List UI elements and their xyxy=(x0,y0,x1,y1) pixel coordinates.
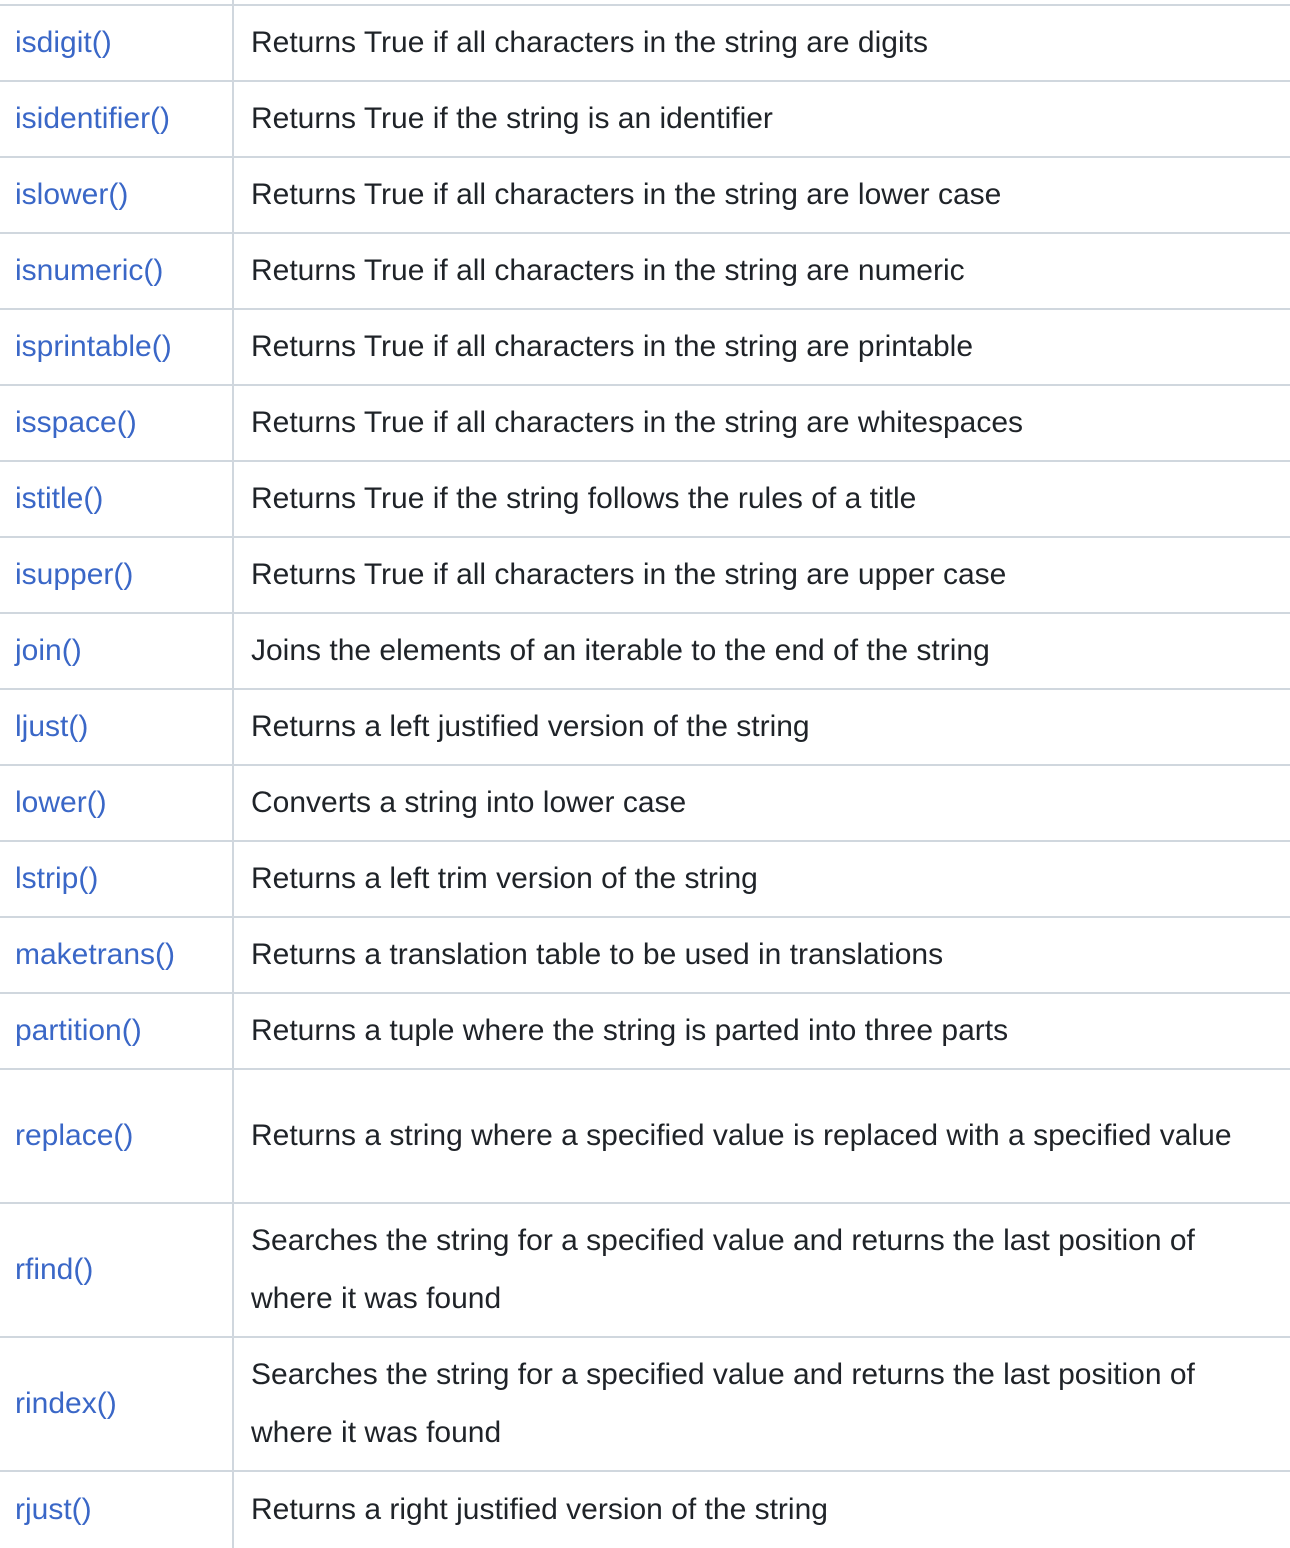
description-cell: Returns True if all characters in the st… xyxy=(234,6,1290,80)
description-cell: Returns a tuple where the string is part… xyxy=(234,994,1290,1068)
table-row: isdigit() Returns True if all characters… xyxy=(0,6,1290,82)
description-text: Converts a string into lower case xyxy=(251,786,687,819)
table-row: maketrans() Returns a translation table … xyxy=(0,918,1290,994)
method-cell: isdigit() xyxy=(0,6,234,80)
method-link-rfind[interactable]: rfind() xyxy=(15,1253,93,1287)
description-text: Returns a left trim version of the strin… xyxy=(251,862,758,895)
table-row: lower() Converts a string into lower cas… xyxy=(0,766,1290,842)
method-link-islower[interactable]: islower() xyxy=(15,178,128,212)
method-cell: rfind() xyxy=(0,1204,234,1336)
description-text: Returns True if all characters in the st… xyxy=(251,254,965,287)
table-row: isspace() Returns True if all characters… xyxy=(0,386,1290,462)
description-cell: Converts a string into lower case xyxy=(234,766,1290,840)
description-text: Searches the string for a specified valu… xyxy=(251,1358,1195,1449)
method-cell: ljust() xyxy=(0,690,234,764)
method-link-partition[interactable]: partition() xyxy=(15,1014,142,1048)
description-cell: Returns a translation table to be used i… xyxy=(234,918,1290,992)
description-text: Returns a translation table to be used i… xyxy=(251,938,944,971)
method-cell: rjust() xyxy=(0,1472,234,1548)
method-cell: isidentifier() xyxy=(0,82,234,156)
method-cell: islower() xyxy=(0,158,234,232)
method-link-isupper[interactable]: isupper() xyxy=(15,558,133,592)
table-row: lstrip() Returns a left trim version of … xyxy=(0,842,1290,918)
method-link-isnumeric[interactable]: isnumeric() xyxy=(15,254,163,288)
description-cell: Returns a left justified version of the … xyxy=(234,690,1290,764)
description-cell: Returns True if all characters in the st… xyxy=(234,158,1290,232)
method-link-lower[interactable]: lower() xyxy=(15,786,107,820)
description-cell: Returns a right justified version of the… xyxy=(234,1472,1290,1548)
method-cell: isnumeric() xyxy=(0,234,234,308)
description-cell: Returns True if all characters in the st… xyxy=(234,386,1290,460)
description-cell: Returns True if all characters in the st… xyxy=(234,234,1290,308)
table-row: ljust() Returns a left justified version… xyxy=(0,690,1290,766)
table-row: isnumeric() Returns True if all characte… xyxy=(0,234,1290,310)
method-link-replace[interactable]: replace() xyxy=(15,1119,133,1153)
method-link-isidentifier[interactable]: isidentifier() xyxy=(15,102,170,136)
method-link-rindex[interactable]: rindex() xyxy=(15,1387,117,1421)
table-row: isidentifier() Returns True if the strin… xyxy=(0,82,1290,158)
description-text: Returns a left justified version of the … xyxy=(251,710,810,743)
description-cell: Returns True if the string is an identif… xyxy=(234,82,1290,156)
description-cell: Returns True if all characters in the st… xyxy=(234,538,1290,612)
description-cell: Returns a left trim version of the strin… xyxy=(234,842,1290,916)
description-text: Returns True if all characters in the st… xyxy=(251,406,1024,439)
description-text: Returns a tuple where the string is part… xyxy=(251,1014,1009,1047)
method-link-lstrip[interactable]: lstrip() xyxy=(15,862,98,896)
description-cell: Joins the elements of an iterable to the… xyxy=(234,614,1290,688)
method-link-rjust[interactable]: rjust() xyxy=(15,1493,92,1527)
method-link-maketrans[interactable]: maketrans() xyxy=(15,938,175,972)
table-row: rindex() Searches the string for a speci… xyxy=(0,1338,1290,1472)
table-row: partition() Returns a tuple where the st… xyxy=(0,994,1290,1070)
description-text: Returns True if all characters in the st… xyxy=(251,558,1007,591)
method-cell: isspace() xyxy=(0,386,234,460)
description-cell: Returns True if the string follows the r… xyxy=(234,462,1290,536)
method-cell: join() xyxy=(0,614,234,688)
table-row: istitle() Returns True if the string fol… xyxy=(0,462,1290,538)
table-row: replace() Returns a string where a speci… xyxy=(0,1070,1290,1204)
description-text: Returns True if the string follows the r… xyxy=(251,482,917,515)
table-row: isupper() Returns True if all characters… xyxy=(0,538,1290,614)
description-cell: Returns a string where a specified value… xyxy=(234,1070,1290,1202)
table-row: isprintable() Returns True if all charac… xyxy=(0,310,1290,386)
method-link-join[interactable]: join() xyxy=(15,634,82,668)
method-cell: istitle() xyxy=(0,462,234,536)
table-row: islower() Returns True if all characters… xyxy=(0,158,1290,234)
method-link-isprintable[interactable]: isprintable() xyxy=(15,330,172,364)
method-cell: rindex() xyxy=(0,1338,234,1470)
method-cell: isupper() xyxy=(0,538,234,612)
description-cell: Searches the string for a specified valu… xyxy=(234,1338,1290,1470)
table-row: rjust() Returns a right justified versio… xyxy=(0,1472,1290,1548)
description-text: Returns True if all characters in the st… xyxy=(251,330,974,363)
method-cell: replace() xyxy=(0,1070,234,1202)
method-link-isdigit[interactable]: isdigit() xyxy=(15,26,112,60)
description-text: Searches the string for a specified valu… xyxy=(251,1224,1195,1315)
method-cell: lower() xyxy=(0,766,234,840)
method-cell: isprintable() xyxy=(0,310,234,384)
description-text: Joins the elements of an iterable to the… xyxy=(251,634,990,667)
description-text: Returns a string where a specified value… xyxy=(251,1119,1232,1152)
method-cell: partition() xyxy=(0,994,234,1068)
method-link-istitle[interactable]: istitle() xyxy=(15,482,103,516)
description-text: Returns True if all characters in the st… xyxy=(251,178,1002,211)
table-row: rfind() Searches the string for a specif… xyxy=(0,1204,1290,1338)
method-cell: lstrip() xyxy=(0,842,234,916)
string-methods-table: isdigit() Returns True if all characters… xyxy=(0,4,1290,1548)
description-cell: Searches the string for a specified valu… xyxy=(234,1204,1290,1336)
description-text: Returns a right justified version of the… xyxy=(251,1493,828,1526)
description-text: Returns True if the string is an identif… xyxy=(251,102,773,135)
method-cell: maketrans() xyxy=(0,918,234,992)
method-link-ljust[interactable]: ljust() xyxy=(15,710,88,744)
table-row: join() Joins the elements of an iterable… xyxy=(0,614,1290,690)
method-link-isspace[interactable]: isspace() xyxy=(15,406,137,440)
description-cell: Returns True if all characters in the st… xyxy=(234,310,1290,384)
description-text: Returns True if all characters in the st… xyxy=(251,26,928,59)
